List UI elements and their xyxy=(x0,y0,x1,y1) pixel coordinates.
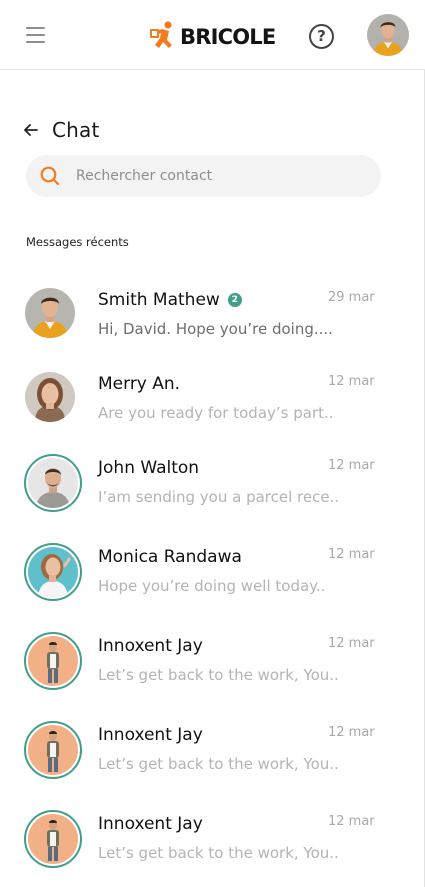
running-figure-logo-icon xyxy=(150,21,172,48)
search-icon xyxy=(40,166,60,186)
message-date: 12 mar xyxy=(328,374,375,389)
message-date: 12 mar xyxy=(328,547,375,562)
brand-name: BRICOLE xyxy=(180,25,276,49)
contact-name: Smith Mathew 2 xyxy=(98,290,242,310)
message-date: 12 mar xyxy=(328,458,375,473)
page-title: Chat xyxy=(52,118,100,142)
conversation-item[interactable]: Merry An. 12 mar Are you ready for today… xyxy=(0,354,420,434)
contact-avatar xyxy=(24,454,82,512)
message-date: 12 mar xyxy=(328,636,375,651)
contact-avatar xyxy=(24,543,82,601)
message-preview: Are you ready for today’s part.. xyxy=(98,404,334,422)
contact-name: Innoxent Jay xyxy=(98,636,203,656)
recent-messages-label: Messages récents xyxy=(26,235,129,249)
arrow-left-icon[interactable] xyxy=(23,122,39,138)
contact-photo xyxy=(28,814,78,864)
contact-name: John Walton xyxy=(98,458,200,478)
message-preview: Let’s get back to the work, You.. xyxy=(98,755,339,773)
contact-photo xyxy=(25,288,75,338)
message-preview: Let’s get back to the work, You.. xyxy=(98,666,339,684)
contact-avatar xyxy=(25,372,75,422)
message-preview: Let’s get back to the work, You.. xyxy=(98,844,339,862)
message-preview: Hope you’re doing well today.. xyxy=(98,577,326,595)
contact-avatar xyxy=(24,721,82,779)
contact-photo xyxy=(28,725,78,775)
unread-count-badge: 2 xyxy=(227,293,242,307)
conversation-item[interactable]: John Walton 12 mar I’am sending you a pa… xyxy=(0,438,420,518)
contact-photo xyxy=(28,547,78,597)
contact-name: Merry An. xyxy=(98,374,181,394)
hamburger-menu-icon[interactable] xyxy=(26,26,46,44)
contact-name: Monica Randawa xyxy=(98,547,242,567)
user-avatar[interactable] xyxy=(367,14,409,56)
question-circle-icon[interactable]: ? xyxy=(309,24,334,49)
contact-avatar xyxy=(24,632,82,690)
conversation-item[interactable]: Smith Mathew 2 29 mar Hi, David. Hope you… xyxy=(0,270,420,350)
conversation-item[interactable]: Monica Randawa 12 mar Hope you’re doing … xyxy=(0,527,420,607)
contact-search-bar[interactable] xyxy=(26,155,381,197)
message-preview: Hi, David. Hope you’re doing.... xyxy=(98,320,333,338)
contact-photo xyxy=(25,372,75,422)
conversation-item[interactable]: Innoxent Jay 12 mar Let’s get back to th… xyxy=(0,794,420,874)
conversation-item[interactable]: Innoxent Jay 12 mar Let’s get back to th… xyxy=(0,616,420,696)
message-date: 12 mar xyxy=(328,814,375,829)
contact-name: Innoxent Jay xyxy=(98,814,203,834)
profile-photo xyxy=(367,14,409,56)
app-header: BRICOLE ? xyxy=(0,0,425,70)
contact-name-text: Smith Mathew xyxy=(98,290,220,310)
message-date: 29 mar xyxy=(328,290,375,305)
help-symbol: ? xyxy=(317,27,326,45)
search-input[interactable] xyxy=(76,155,366,197)
contact-avatar xyxy=(24,810,82,868)
contact-avatar xyxy=(25,288,75,338)
message-date: 12 mar xyxy=(328,725,375,740)
conversation-item[interactable]: Innoxent Jay 12 mar Let’s get back to th… xyxy=(0,705,420,785)
brand-logo[interactable]: BRICOLE xyxy=(149,20,276,54)
message-preview: I’am sending you a parcel rece.. xyxy=(98,488,340,506)
contact-name: Innoxent Jay xyxy=(98,725,203,745)
contact-photo xyxy=(28,636,78,686)
contact-photo xyxy=(28,458,78,508)
